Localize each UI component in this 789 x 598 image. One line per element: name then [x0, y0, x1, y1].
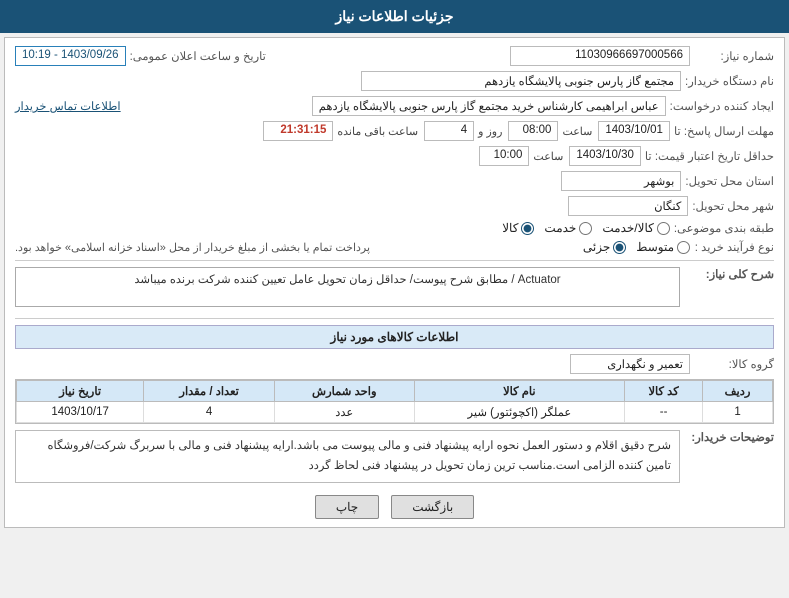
divider-1 [15, 260, 774, 261]
tabaghe-khadamat-radio[interactable] [579, 222, 592, 235]
sharh-row: شرح کلی نیاز: Actuator / مطابق شرح پیوست… [15, 267, 774, 312]
header-title: جزئیات اطلاعات نیاز [335, 8, 453, 24]
table-header-row: ردیف کد کالا نام کالا واحد شمارش تعداد /… [17, 381, 773, 402]
tabaghe-label: طبقه بندی موضوعی: [674, 221, 774, 235]
tozihaat-row: توضیحات خریدار: شرح دقیق اقلام و دستور ا… [15, 430, 774, 489]
namDastgah-value: مجتمع گاز پارس جنوبی پالایشگاه یازدهم [361, 71, 681, 91]
main-content: شماره نیاز: 11030966697000566 تاریخ و سا… [4, 37, 785, 528]
grohe-row: گروه کالا: تعمیر و نگهداری [15, 354, 774, 374]
noeFarayand-row: نوع فرآیند خرید : متوسط جزئی پرداخت تمام… [15, 240, 774, 254]
noeFarayand-jozi-radio[interactable] [613, 241, 626, 254]
tabaghe-kalaKhadamat-item: کالا/خدمت [602, 221, 669, 235]
shahr-label: شهر محل تحویل: [692, 199, 774, 213]
tabaghe-kala-radio[interactable] [521, 222, 534, 235]
tabaghe-kala-label: کالا [502, 221, 518, 235]
shomareNiaz-value: 11030966697000566 [510, 46, 690, 66]
tabaghe-radio-group: کالا/خدمت خدمت کالا [502, 221, 670, 235]
page-header: جزئیات اطلاعات نیاز [0, 0, 789, 33]
col-kod: کد کالا [625, 381, 703, 402]
sharh-label: شرح کلی نیاز: [684, 267, 774, 281]
cell-kod: -- [625, 402, 703, 423]
mohlat-baghimande-value: 21:31:15 [263, 121, 333, 141]
grohe-value: تعمیر و نگهداری [570, 354, 690, 374]
cell-name: عملگر (اکچوئتور) شیر [414, 402, 624, 423]
shahr-value: کنگان [568, 196, 688, 216]
ostan-value: بوشهر [561, 171, 681, 191]
tozihaat-label: توضیحات خریدار: [684, 430, 774, 444]
items-table: ردیف کد کالا نام کالا واحد شمارش تعداد /… [16, 380, 773, 423]
mohlat-roz-label: روز و [478, 125, 502, 138]
col-tarikh: تاریخ نیاز [17, 381, 144, 402]
noeFarayand-jozi-item: جزئی [583, 240, 626, 254]
noeFarayand-radio-group: متوسط جزئی [583, 240, 690, 254]
grohe-label: گروه کالا: [694, 357, 774, 371]
namDastgah-label: نام دستگاه خریدار: [685, 74, 774, 88]
col-vahed: واحد شمارش [274, 381, 414, 402]
noeFarayand-label: نوع فرآیند خرید : [694, 240, 774, 254]
shahr-row: شهر محل تحویل: کنگان [15, 196, 774, 216]
mohlat-saat-value: 08:00 [508, 121, 558, 141]
noeFarayand-motovaset-label: متوسط [636, 240, 674, 254]
tabaghe-kalaKhadamat-label: کالا/خدمت [602, 221, 653, 235]
shomareNiaz-row: شماره نیاز: 11030966697000566 تاریخ و سا… [15, 46, 774, 66]
cell-radif: 1 [703, 402, 773, 423]
hadaqal-row: حداقل تاریخ اعتبار قیمت: تا 1403/10/30 س… [15, 146, 774, 166]
hadaqal-saat-label: ساعت [533, 150, 563, 163]
cell-vahed: عدد [274, 402, 414, 423]
tabaghe-khadamat-item: خدمت [544, 221, 592, 235]
taarikh-value: 1403/09/26 - 10:19 [15, 46, 126, 66]
ettelaatTamas-link[interactable]: اطلاعات تماس خریدار [15, 99, 121, 113]
tabaghe-kalaKhadamat-radio[interactable] [657, 222, 670, 235]
tozihaat-value: شرح دقیق اقلام و دستور العمل نحوه ارایه … [15, 430, 680, 483]
ijadKonande-label: ایجاد کننده درخواست: [670, 99, 774, 113]
noeFarayand-motovaset-radio[interactable] [677, 241, 690, 254]
ettelaat-section-title: اطلاعات کالاهای مورد نیاز [15, 325, 774, 349]
tabaghe-row: طبقه بندی موضوعی: کالا/خدمت خدمت کالا [15, 221, 774, 235]
bazgasht-button[interactable]: بازگشت [391, 495, 474, 519]
divider-2 [15, 318, 774, 319]
noeFarayand-motovaset-item: متوسط [636, 240, 690, 254]
mohlat-row: مهلت ارسال پاسخ: تا 1403/10/01 ساعت 08:0… [15, 121, 774, 141]
hadaqal-date: 1403/10/30 [569, 146, 641, 166]
col-name: نام کالا [414, 381, 624, 402]
taarikh-label: تاریخ و ساعت اعلان عمومی: [130, 49, 266, 63]
page-container: جزئیات اطلاعات نیاز شماره نیاز: 11030966… [0, 0, 789, 598]
cell-tedad: 4 [144, 402, 275, 423]
ostan-row: استان محل تحویل: بوشهر [15, 171, 774, 191]
ostan-label: استان محل تحویل: [685, 174, 774, 188]
items-table-container: ردیف کد کالا نام کالا واحد شمارش تعداد /… [15, 379, 774, 424]
tabaghe-khadamat-label: خدمت [544, 221, 576, 235]
col-tedad: تعداد / مقدار [144, 381, 275, 402]
mohlat-label: مهلت ارسال پاسخ: تا [674, 124, 774, 138]
mohlat-saat-label: ساعت [562, 125, 592, 138]
button-row: بازگشت چاپ [15, 495, 774, 519]
ijadKonande-row: ایجاد کننده درخواست: عباس ابراهیمی کارشن… [15, 96, 774, 116]
mohlat-date: 1403/10/01 [598, 121, 670, 141]
chap-button[interactable]: چاپ [315, 495, 379, 519]
description-purchase: پرداخت تمام یا بخشی از مبلغ خریدار از مح… [15, 241, 370, 254]
table-row: 1 -- عملگر (اکچوئتور) شیر عدد 4 1403/10/… [17, 402, 773, 423]
hadaqal-saat-value: 10:00 [479, 146, 529, 166]
hadaqal-label: حداقل تاریخ اعتبار قیمت: تا [645, 149, 774, 163]
col-radif: ردیف [703, 381, 773, 402]
ijadKonande-value: عباس ابراهیمی کارشناس خرید مجتمع گاز پار… [312, 96, 666, 116]
shomareNiaz-label: شماره نیاز: [694, 49, 774, 63]
mohlat-roz-value: 4 [424, 121, 474, 141]
cell-tarikh: 1403/10/17 [17, 402, 144, 423]
namDastgah-row: نام دستگاه خریدار: مجتمع گاز پارس جنوبی … [15, 71, 774, 91]
noeFarayand-jozi-label: جزئی [583, 240, 610, 254]
sharh-value: Actuator / مطابق شرح پیوست/ حداقل زمان ت… [15, 267, 680, 307]
mohlat-baghimande-label: ساعت باقی مانده [337, 125, 418, 138]
tabaghe-kala-item: کالا [502, 221, 534, 235]
